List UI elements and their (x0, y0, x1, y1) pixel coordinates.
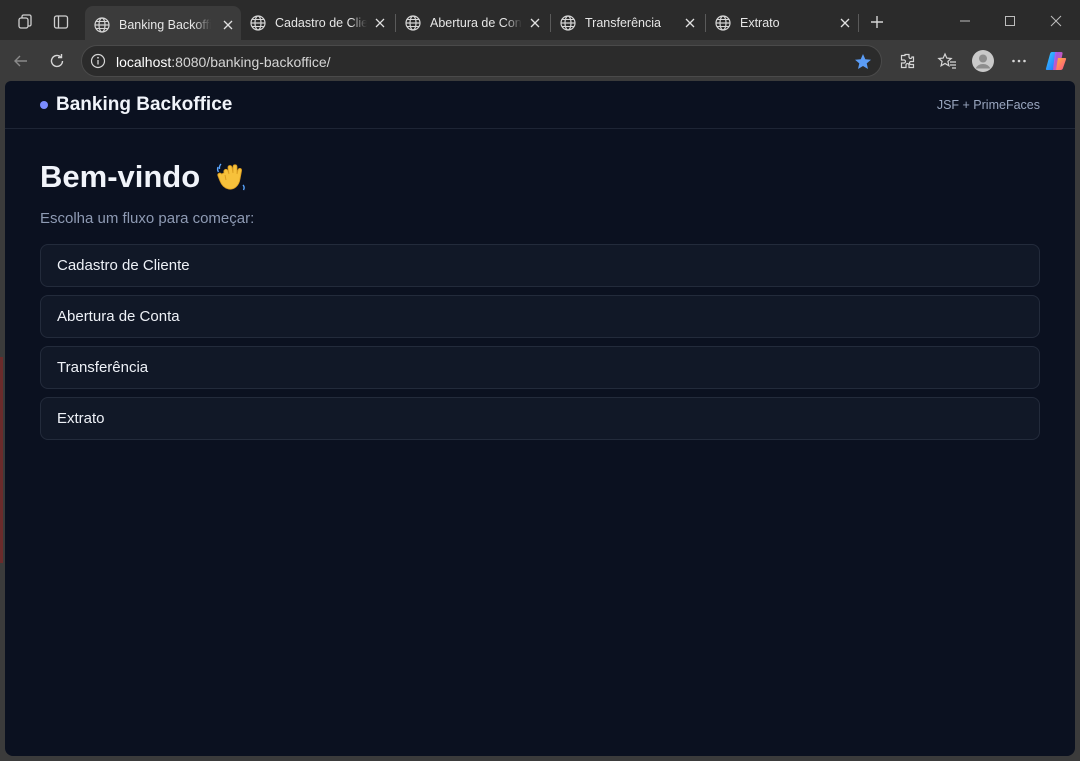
close-tab-icon[interactable] (838, 16, 852, 30)
tab-cadastro-de-cliente[interactable]: Cadastro de Cliente (241, 6, 393, 40)
brand-title[interactable]: Banking Backoffice (56, 94, 232, 116)
maximize-icon[interactable] (995, 8, 1025, 34)
close-tab-icon[interactable] (221, 18, 235, 32)
refresh-icon[interactable] (43, 47, 71, 75)
app-header: Banking Backoffice JSF + PrimeFaces (5, 81, 1075, 129)
tab-separator (858, 14, 859, 32)
copilot-icon[interactable] (1044, 49, 1068, 73)
flow-list: Cadastro de Cliente Abertura de Conta Tr… (40, 244, 1040, 448)
url-host: localhost (116, 54, 172, 70)
url-text: localhost:8080/banking-backoffice/ (116, 54, 331, 70)
close-window-icon[interactable] (1041, 8, 1071, 34)
address-bar[interactable]: localhost:8080/banking-backoffice/ (81, 45, 882, 77)
site-info-icon[interactable] (90, 53, 106, 69)
back-icon[interactable] (7, 47, 35, 75)
tab-extrato[interactable]: Extrato (706, 6, 858, 40)
browser-tab-strip: Banking Backoffice Cadastro de Cliente A… (0, 0, 1080, 44)
tab-actions-icon[interactable] (49, 10, 73, 34)
flow-item-abertura-de-conta[interactable]: Abertura de Conta (40, 295, 1040, 338)
browser-toolbar: localhost:8080/banking-backoffice/ (0, 40, 1080, 81)
flow-item-transferencia[interactable]: Transferência (40, 346, 1040, 389)
workspaces-icon[interactable] (13, 10, 37, 34)
globe-icon (94, 17, 110, 33)
globe-icon (560, 15, 576, 31)
tech-stack-label: JSF + PrimeFaces (936, 98, 1040, 112)
flow-item-cadastro-de-cliente[interactable]: Cadastro de Cliente (40, 244, 1040, 287)
tab-title: Cadastro de Cliente (275, 16, 367, 30)
globe-icon (715, 15, 731, 31)
window-edge-highlight (0, 357, 3, 563)
extensions-icon[interactable] (895, 49, 919, 73)
favorite-star-icon[interactable] (853, 52, 873, 72)
page-subtitle: Escolha um fluxo para começar: (40, 210, 255, 227)
profile-avatar[interactable] (971, 49, 995, 73)
tab-title: Banking Backoffice (119, 18, 211, 32)
globe-icon (250, 15, 266, 31)
tab-title: Extrato (740, 16, 780, 30)
flow-item-extrato[interactable]: Extrato (40, 397, 1040, 440)
tab-banking-backoffice[interactable]: Banking Backoffice (85, 6, 241, 44)
minimize-icon[interactable] (950, 8, 980, 34)
tab-transferencia[interactable]: Transferência (551, 6, 703, 40)
globe-icon (405, 15, 421, 31)
close-tab-icon[interactable] (683, 16, 697, 30)
url-path: :8080/banking-backoffice/ (171, 54, 331, 70)
page-viewport: Banking Backoffice JSF + PrimeFaces Bem-… (5, 81, 1075, 756)
tab-abertura-de-conta[interactable]: Abertura de Conta (396, 6, 548, 40)
waving-hand-icon (217, 163, 246, 191)
tab-title: Abertura de Conta (430, 16, 522, 30)
tab-title: Transferência (585, 16, 661, 30)
new-tab-icon[interactable] (865, 10, 889, 34)
close-tab-icon[interactable] (373, 16, 387, 30)
welcome-text: Bem-vindo (40, 159, 201, 194)
page-title: Bem-vindo (40, 159, 248, 195)
brand-dot (40, 101, 48, 109)
more-menu-icon[interactable] (1007, 49, 1031, 73)
favorites-icon[interactable] (935, 49, 959, 73)
close-tab-icon[interactable] (528, 16, 542, 30)
